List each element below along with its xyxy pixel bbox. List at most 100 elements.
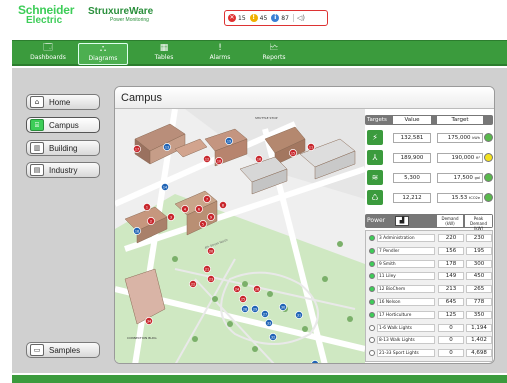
energy-icon[interactable]: ⚡ bbox=[367, 130, 383, 145]
power-row-peak: 1,402 bbox=[466, 336, 492, 345]
map-marker-3[interactable]: 3 bbox=[167, 213, 175, 221]
nav-reports[interactable]: 🗠 Reports bbox=[252, 43, 296, 65]
map-marker-4[interactable]: 4 bbox=[181, 205, 189, 213]
app-header: Schneider Electric StruxureWare Power Mo… bbox=[12, 0, 507, 30]
map-marker-27[interactable]: 27 bbox=[261, 310, 269, 318]
side-nav-campus[interactable]: ⌸ Campus bbox=[26, 117, 100, 133]
map-marker-31[interactable]: 31 bbox=[295, 311, 303, 319]
power-row[interactable]: 3 Administration 220 230 bbox=[368, 234, 492, 243]
map-marker-21[interactable]: 21 bbox=[203, 265, 211, 273]
map-marker-33[interactable]: 33 bbox=[265, 319, 273, 327]
target-goal: 190,000 ft² bbox=[437, 153, 483, 163]
schneider-logo: Schneider Electric bbox=[18, 4, 80, 28]
campus-icon: ⌸ bbox=[30, 119, 44, 131]
status-indicator bbox=[369, 273, 375, 280]
critical-alarm-icon: ✕ bbox=[228, 14, 236, 22]
map-marker-18[interactable]: 18 bbox=[133, 227, 141, 235]
status-indicator bbox=[369, 299, 375, 305]
area-icon[interactable]: ⅄ bbox=[367, 150, 383, 165]
map-marker-13[interactable]: 13 bbox=[163, 143, 171, 151]
power-row[interactable]: 8-13 Walk Lights 0 1,402 bbox=[368, 336, 492, 345]
company-name-line2: Electric bbox=[26, 15, 63, 26]
map-marker-20[interactable]: 20 bbox=[207, 247, 215, 255]
alarm-summary[interactable]: ✕ 15! 45 i 87 ◁) bbox=[224, 10, 328, 26]
power-icon[interactable]: ▟ bbox=[395, 216, 409, 226]
nav-label: Alarms bbox=[209, 54, 231, 61]
side-nav-samples[interactable]: ▭ Samples bbox=[26, 342, 100, 358]
map-marker-label: 5 bbox=[202, 222, 204, 226]
map-marker-label: 1 bbox=[146, 205, 148, 209]
nav-diagrams[interactable]: ⛬ Diagrams bbox=[78, 43, 128, 65]
power-row[interactable]: 11 Liley 149 450 bbox=[368, 272, 492, 281]
map-marker-26[interactable]: 26 bbox=[253, 285, 261, 293]
map-marker-8[interactable]: 8 bbox=[219, 201, 227, 209]
alarm-count-0[interactable]: ✕ 15 bbox=[228, 14, 246, 22]
map-marker-15[interactable]: 15 bbox=[289, 149, 297, 157]
map-marker-label: 26 bbox=[255, 287, 259, 291]
map-marker-16[interactable]: 16 bbox=[255, 155, 263, 163]
map-marker-14[interactable]: 14 bbox=[161, 183, 169, 191]
targets-header-label: Targets bbox=[367, 117, 387, 123]
power-row[interactable]: 17 Horticulture 125 350 bbox=[368, 310, 492, 320]
target-goal-unit: kWh bbox=[472, 136, 480, 140]
power-panel: Power ▟ Demand (kW) Peak Demand (kW) 3 A… bbox=[365, 214, 493, 362]
map-marker-1[interactable]: 1 bbox=[143, 203, 151, 211]
map-marker-label: 35 bbox=[313, 362, 317, 364]
map-marker-17[interactable]: 17 bbox=[133, 145, 141, 153]
map-marker-10[interactable]: 10 bbox=[215, 157, 223, 165]
map-marker-label: 15 bbox=[291, 151, 295, 155]
map-marker-label: 6 bbox=[198, 207, 200, 211]
target-goal-number: 175,000 bbox=[447, 135, 471, 141]
side-nav-building[interactable]: ▥ Building bbox=[26, 140, 100, 156]
side-nav-label: Samples bbox=[49, 345, 81, 355]
power-table: 3 Administration 220 230 7 Pendler 156 195 9 S… bbox=[365, 230, 493, 362]
power-row-name: 21-33 Sport Lights bbox=[377, 349, 435, 358]
power-row-peak: 4,698 bbox=[466, 349, 492, 358]
map-marker-30[interactable]: 30 bbox=[279, 303, 287, 311]
alarm-count-1[interactable]: ! 45 bbox=[249, 14, 267, 22]
map-marker-9[interactable]: 9 bbox=[207, 213, 215, 221]
power-row[interactable]: 12 BioChem 213 265 bbox=[368, 285, 492, 294]
map-marker-label: 10 bbox=[217, 159, 221, 163]
power-row[interactable]: 7 Pendler 156 195 bbox=[368, 246, 492, 256]
map-marker-7[interactable]: 7 bbox=[203, 195, 211, 203]
nav-alarms[interactable]: ! Alarms bbox=[198, 43, 242, 65]
speaker-icon[interactable]: ◁) bbox=[292, 14, 305, 22]
power-row[interactable]: 16 Nelson 645 778 bbox=[368, 298, 492, 307]
map-marker-5[interactable]: 5 bbox=[199, 220, 207, 228]
map-marker-34[interactable]: 34 bbox=[145, 317, 153, 325]
map-marker-28[interactable]: 28 bbox=[241, 305, 249, 313]
map-marker-12[interactable]: 12 bbox=[203, 155, 211, 163]
map-marker-6[interactable]: 6 bbox=[195, 205, 203, 213]
map-marker-19[interactable]: 19 bbox=[225, 137, 233, 145]
power-row[interactable]: 21-33 Sport Lights 0 4,698 bbox=[368, 349, 492, 358]
map-marker-label: 34 bbox=[147, 319, 151, 323]
side-nav-home[interactable]: ⌂ Home bbox=[26, 94, 100, 110]
map-marker-label: 31 bbox=[297, 313, 301, 317]
power-row-demand: 220 bbox=[438, 234, 464, 242]
power-row[interactable]: 9 Smith 178 300 bbox=[368, 259, 492, 269]
cooling-icon[interactable]: ≋ bbox=[367, 170, 383, 185]
map-marker-label: 30 bbox=[281, 305, 285, 309]
side-nav-industry[interactable]: ▤ Industry bbox=[26, 162, 100, 178]
alarm-count-2[interactable]: i 87 bbox=[271, 14, 289, 22]
carbon-icon[interactable]: ♺ bbox=[367, 190, 383, 205]
map-marker-25[interactable]: 25 bbox=[239, 295, 247, 303]
diagram-icon: ⛬ bbox=[99, 44, 107, 54]
targets-header-target: Target bbox=[437, 116, 483, 124]
nav-dashboards[interactable]: 🗔 Dashboards bbox=[26, 43, 70, 65]
campus-panel: Campus SHUTTLE STOP CONNECTION BLDG 4th … bbox=[114, 86, 495, 364]
power-row-peak: 350 bbox=[466, 310, 492, 319]
power-row-name: 11 Liley bbox=[377, 272, 435, 281]
nav-label: Dashboards bbox=[30, 54, 66, 61]
map-marker-23[interactable]: 23 bbox=[207, 275, 215, 283]
map-marker-24[interactable]: 24 bbox=[233, 285, 241, 293]
map-marker-11[interactable]: 11 bbox=[307, 143, 315, 151]
map-marker-22[interactable]: 22 bbox=[189, 280, 197, 288]
map-marker-2[interactable]: 2 bbox=[147, 217, 155, 225]
power-row[interactable]: 1-6 Walk Lights 0 1,194 bbox=[368, 323, 492, 333]
map-marker-32[interactable]: 32 bbox=[269, 333, 277, 341]
map-marker-29[interactable]: 29 bbox=[251, 305, 259, 313]
power-row-demand: 125 bbox=[438, 310, 464, 319]
nav-tables[interactable]: ▦ Tables bbox=[142, 43, 186, 65]
